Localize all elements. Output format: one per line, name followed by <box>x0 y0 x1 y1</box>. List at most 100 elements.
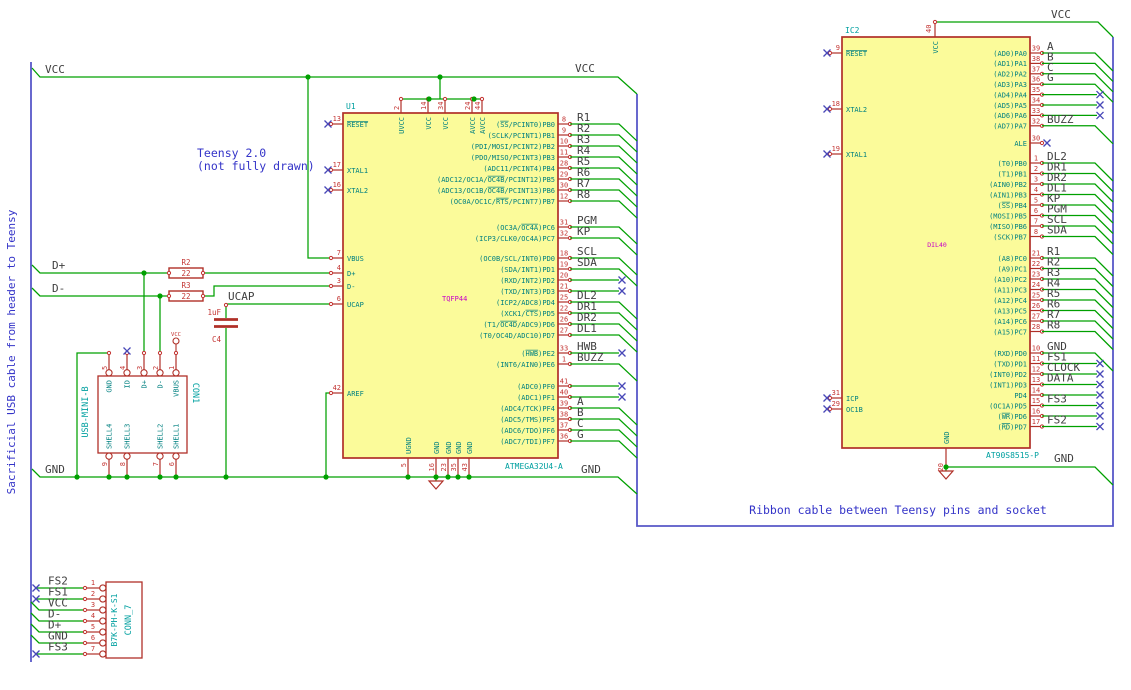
shape: )PD5 <box>538 310 555 318</box>
con1-ref: CON1 <box>190 383 200 403</box>
pin-name: (OC0A/OC1C/RTS/PCINT7)PB7 <box>450 198 555 206</box>
pin-name: SHELL4 <box>106 424 114 449</box>
junction-dot <box>141 270 147 276</box>
net-label-dminus: D- <box>52 282 65 295</box>
pin-name: PD4 <box>1014 392 1027 400</box>
pin-name: (ADC1)PF1 <box>517 394 555 402</box>
pin-name: (AD1)PA1 <box>993 60 1027 68</box>
pin-number: 3 <box>136 366 144 370</box>
pin-number: 5 <box>400 463 408 467</box>
pin-number: 9 <box>836 44 840 52</box>
pin-number: 9 <box>562 127 566 135</box>
pin-name: OC1B <box>846 406 863 414</box>
no-connect-x <box>618 276 626 284</box>
pin-number: 41 <box>560 378 568 386</box>
pin-name: (T1)PB1 <box>997 170 1027 178</box>
pin-number: 39 <box>1032 45 1040 53</box>
pin-name: (SCK)PB7 <box>993 233 1027 241</box>
pin-number: 40 <box>925 25 933 33</box>
shape <box>172 337 180 345</box>
pin-number: 16 <box>1032 408 1040 416</box>
wire <box>570 268 638 287</box>
pin-end <box>157 350 163 356</box>
pin-circle <box>99 595 107 603</box>
shape: RESET <box>846 50 868 58</box>
pin-name: GND <box>106 380 114 393</box>
pin-number: 7 <box>337 249 341 257</box>
resistor-ref: R3 <box>181 281 190 290</box>
pin-number: 1 <box>1034 155 1038 163</box>
pin-name: (MISO)PB6 <box>989 223 1027 231</box>
pin-number: 34 <box>1032 97 1040 105</box>
shape: OC4B <box>488 176 505 184</box>
pin-number: 35 <box>450 463 458 471</box>
junction-dot <box>106 474 112 480</box>
resistor-value: 22 <box>181 269 190 278</box>
ic2-value: AT90S8515-P <box>986 451 1039 460</box>
no-connect-x <box>618 393 626 401</box>
pin-number: 8 <box>562 116 566 124</box>
pin-number: 36 <box>1032 76 1040 84</box>
conn7-part: B7K-PH-K-S1 <box>110 593 119 646</box>
pin-end <box>932 19 938 25</box>
pin-name: AREF <box>347 390 364 398</box>
no-connect-x <box>618 349 626 357</box>
pin-number: 7 <box>91 645 95 653</box>
shape: CTS <box>525 310 538 318</box>
pin-name: XTAL1 <box>846 151 867 159</box>
pin-name: ALE <box>1014 140 1027 148</box>
pin-number: 22 <box>1032 260 1040 268</box>
pin-name: (ADC13/OC1B/OC4B/PCINT13)PB6 <box>437 187 555 195</box>
pin-name: (A13)PC5 <box>993 307 1027 315</box>
net-label-BUZZ: BUZZ <box>577 351 604 364</box>
pin-name: (ADC4/TCK)PF4 <box>500 405 555 413</box>
pin-name: (A11)PC3 <box>993 286 1027 294</box>
pin-number: 7 <box>1034 218 1038 226</box>
shape: )PD6 <box>1010 413 1027 421</box>
pin-name: (T0)PB0 <box>997 160 1027 168</box>
no-connect-x <box>1043 139 1051 147</box>
pin-name: ICP <box>846 395 859 403</box>
pin-name: (ICP2/ADC8)PD4 <box>496 299 555 307</box>
pin-name: (AD0)PA0 <box>993 50 1027 58</box>
pin-end <box>1039 140 1045 146</box>
net-label-DATA: DATA <box>1047 372 1074 385</box>
pin-name: (PDO/MISO/PCINT3)PB3 <box>471 154 555 162</box>
pin-name: XTAL2 <box>347 187 368 195</box>
pin-name: XTAL2 <box>846 106 867 114</box>
net-label-G: G <box>1047 71 1054 84</box>
pin-name: (A10)PC2 <box>993 276 1027 284</box>
pin-number: 17 <box>333 161 341 169</box>
pin-name: (TXD/INT3)PD3 <box>500 288 555 296</box>
pin-number: 12 <box>560 193 568 201</box>
pin-end <box>328 255 334 261</box>
wire <box>31 468 638 495</box>
pin-number: 44 <box>474 102 482 110</box>
pin-number: 35 <box>1032 86 1040 94</box>
pin-end <box>200 270 206 276</box>
pin-number: 9 <box>101 462 109 466</box>
note-teensy-line2: (not fully drawn) <box>197 159 315 173</box>
pin-name: UGND <box>405 437 413 454</box>
pin-number: 5 <box>101 366 109 370</box>
pin-number: 28 <box>1032 323 1040 331</box>
pin-end <box>328 301 334 307</box>
pin-name: GND <box>433 441 441 454</box>
note-sacrificial-cable: Sacrificial USB cable from header to Tee… <box>5 209 18 494</box>
junction-dot <box>305 74 311 80</box>
pin-name: (WR)PD6 <box>997 413 1027 421</box>
pin-name: (OC0B/SCL/INT0)PD0 <box>479 255 555 263</box>
shape: RESET <box>347 121 369 129</box>
pin-number: 2 <box>393 106 401 110</box>
no-connect-x <box>1096 359 1104 368</box>
no-connect-x <box>1096 412 1104 420</box>
pin-name: (ADC7/TDI)PF7 <box>500 438 555 446</box>
pin-end <box>442 96 448 102</box>
pin-number: 6 <box>91 634 95 642</box>
pin-number: 18 <box>832 100 840 108</box>
pin-number: 10 <box>560 138 568 146</box>
net-label-R8: R8 <box>1047 319 1060 332</box>
pin-number: 2 <box>91 590 95 598</box>
pin-number: 5 <box>91 623 95 631</box>
pin-name: (AIN1)PB3 <box>989 191 1027 199</box>
